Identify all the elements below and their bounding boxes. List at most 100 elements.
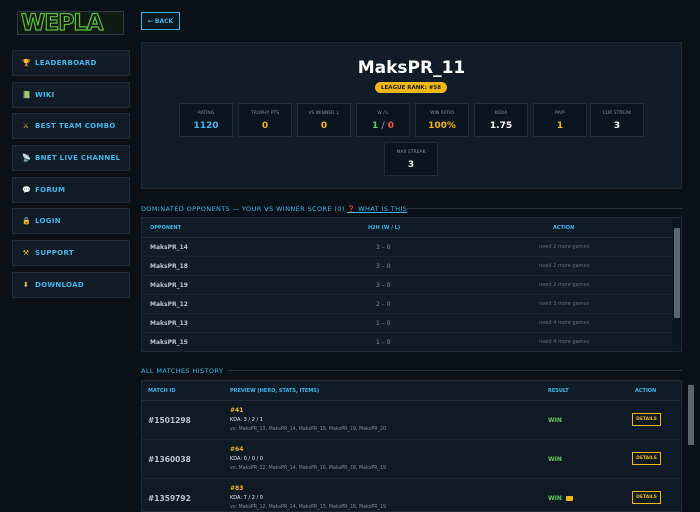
trophy-icon: 🏆: [22, 59, 32, 67]
history-section-title: ALL MATCHES HISTORY: [141, 367, 224, 375]
wl-separator: /: [378, 121, 388, 131]
stat-rating: RATING 1120: [179, 103, 233, 137]
table-scrollbar[interactable]: [672, 218, 681, 351]
kda-text: KDA: 0 / 0 / 0: [230, 456, 263, 462]
action-text: need 2 more games: [539, 263, 590, 269]
action-text: need 4 more games: [539, 339, 590, 345]
stat-label: MVP: [555, 111, 565, 116]
match-result: WIN: [548, 495, 562, 502]
stat-label: WIN RATIO: [430, 111, 454, 116]
sidebar-nav: 🏆 LEADERBOARD 📗 WIKI ⚔ BEST TEAM COMBO 📡 BNE…: [12, 50, 130, 304]
column-header-preview: PREVIEW (HERO, STATS, ITEMS): [230, 388, 320, 394]
hero-id: #64: [230, 446, 244, 453]
lock-icon: 🔒: [22, 217, 32, 226]
stat-value: 3: [407, 160, 415, 170]
column-header-h2h: H2H (W / L): [368, 225, 401, 231]
league-rank-badge: LEAGUE RANK: #58: [375, 82, 447, 93]
book-icon: 📗: [22, 90, 32, 99]
details-button[interactable]: DETAILS: [632, 413, 661, 426]
logo[interactable]: WEPLA: [17, 10, 124, 36]
action-text: need 2 more games: [539, 244, 590, 250]
match-result: WIN: [548, 456, 562, 463]
mvp-medal-icon: [566, 496, 573, 501]
sidebar-item-label: FORUM: [35, 185, 66, 194]
opponent-name[interactable]: MaksPR_15: [150, 339, 188, 346]
dominated-title-text: DOMINATED OPPONENTS — YOUR VS WINNER SCO…: [141, 205, 345, 213]
opponent-name[interactable]: MaksPR_14: [150, 244, 188, 251]
sidebar-item-label: WIKI: [35, 90, 55, 99]
chat-icon: 💬: [22, 185, 32, 194]
column-header-opponent: OPPONENT: [150, 225, 182, 231]
table-row: MaksPR_12 2 – 0 need 3 more games: [142, 295, 672, 314]
kda-text: KDA: 3 / 2 / 1: [230, 417, 263, 423]
opponent-name[interactable]: MaksPR_18: [150, 263, 188, 270]
h2h-score: 3 – 0: [376, 263, 391, 270]
sidebar-item-login[interactable]: 🔒 LOGIN: [12, 208, 130, 235]
stat-label: K/D/A: [494, 111, 508, 116]
kda-text: KDA: 7 / 2 / 0: [230, 495, 263, 501]
opponent-name[interactable]: MaksPR_12: [150, 301, 188, 308]
stat-win-loss: W / L 1 / 0: [356, 103, 410, 137]
losses-value: 0: [387, 121, 395, 131]
stat-kda: K/D/A 1.75: [474, 103, 528, 137]
stat-value: 1.75: [489, 121, 513, 131]
stat-value: 0: [320, 121, 328, 131]
match-id[interactable]: #1360038: [148, 455, 191, 464]
stat-label: W / L: [377, 111, 389, 116]
stat-value: 1 / 0: [357, 121, 409, 131]
stat-label: MAX STREAK: [396, 150, 426, 155]
hero-id: #41: [230, 407, 244, 414]
scrollbar-thumb[interactable]: [674, 228, 680, 318]
opponent-name[interactable]: MaksPR_13: [150, 320, 188, 327]
sidebar-item-leaderboard[interactable]: 🏆 LEADERBOARD: [12, 50, 130, 76]
table-row: MaksPR_15 1 – 0 need 4 more games: [142, 333, 672, 351]
page-scrollbar-thumb[interactable]: [688, 385, 694, 445]
sidebar-item-wiki[interactable]: 📗 WIKI: [12, 81, 130, 108]
section-divider: [228, 370, 682, 371]
table-header: OPPONENT H2H (W / L) ACTION: [142, 218, 672, 238]
opponent-name[interactable]: MaksPR_19: [150, 282, 188, 289]
details-button[interactable]: DETAILS: [632, 491, 661, 504]
table-row: MaksPR_19 3 – 0 need 2 more games: [142, 276, 672, 295]
satellite-icon: 📡: [22, 154, 32, 163]
stat-value: 1120: [193, 121, 219, 131]
opponents-list: vs: MaksPR_13, MaksPR_14, MaksPR_18, Mak…: [230, 427, 387, 432]
sidebar-item-forum[interactable]: 💬 FORUM: [12, 176, 130, 203]
action-text: need 2 more games: [539, 282, 590, 288]
stat-cur-streak: CUR STREAK 3: [590, 103, 644, 137]
profile-card: MaksPR_11 LEAGUE RANK: #58 RATING 1120 T…: [141, 42, 682, 189]
stat-value: 100%: [428, 121, 456, 131]
match-result: WIN: [548, 417, 562, 424]
dominated-opponents-table: OPPONENT H2H (W / L) ACTION MaksPR_14 3 …: [141, 217, 682, 352]
table-row: MaksPR_14 3 – 0 need 2 more games: [142, 238, 672, 257]
what-is-this-link[interactable]: ❓ WHAT IS THIS: [347, 205, 407, 213]
sidebar-item-label: BEST TEAM COMBO: [35, 122, 116, 131]
stat-label: TROPHY PTS: [250, 111, 279, 116]
back-button[interactable]: ← BACK: [141, 12, 180, 30]
player-name: MaksPR_11: [357, 58, 466, 78]
table-row: #1359792 #83 KDA: 7 / 2 / 0 vs: MaksPR_1…: [142, 479, 681, 511]
sidebar-item-label: SUPPORT: [35, 249, 74, 258]
sidebar-item-best-team-combo[interactable]: ⚔ BEST TEAM COMBO: [12, 113, 130, 140]
table-header: MATCH ID PREVIEW (HERO, STATS, ITEMS) RE…: [142, 381, 681, 401]
tools-icon: ⚒: [22, 249, 30, 258]
sidebar-item-support[interactable]: ⚒ SUPPORT: [12, 240, 130, 267]
details-button[interactable]: DETAILS: [632, 452, 661, 465]
sidebar-item-download[interactable]: ⬇ DOWNLOAD: [12, 271, 130, 298]
h2h-score: 3 – 0: [376, 282, 391, 289]
h2h-score: 1 – 0: [376, 320, 391, 327]
h2h-score: 3 – 0: [376, 244, 391, 251]
sidebar-item-label: BNET LIVE CHANNEL: [35, 154, 121, 163]
match-id[interactable]: #1501298: [148, 416, 191, 425]
stat-vs-winner: VS WINNER ↓ 0: [297, 103, 351, 137]
h2h-score: 1 – 0: [376, 339, 391, 346]
download-icon: ⬇: [22, 280, 30, 289]
sidebar-item-bnet-live-channel[interactable]: 📡 BNET LIVE CHANNEL: [12, 145, 130, 172]
stat-value: 3: [613, 121, 621, 131]
stat-mvp: MVP 1: [533, 103, 587, 137]
match-id[interactable]: #1359792: [148, 494, 191, 503]
sidebar: WEPLA 🏆 LEADERBOARD 📗 WIKI ⚔ BEST TEAM COMB…: [0, 0, 140, 512]
stat-label: RATING: [197, 111, 215, 116]
table-row: MaksPR_18 3 – 0 need 2 more games: [142, 257, 672, 276]
stat-max-streak: MAX STREAK 3: [384, 142, 438, 176]
